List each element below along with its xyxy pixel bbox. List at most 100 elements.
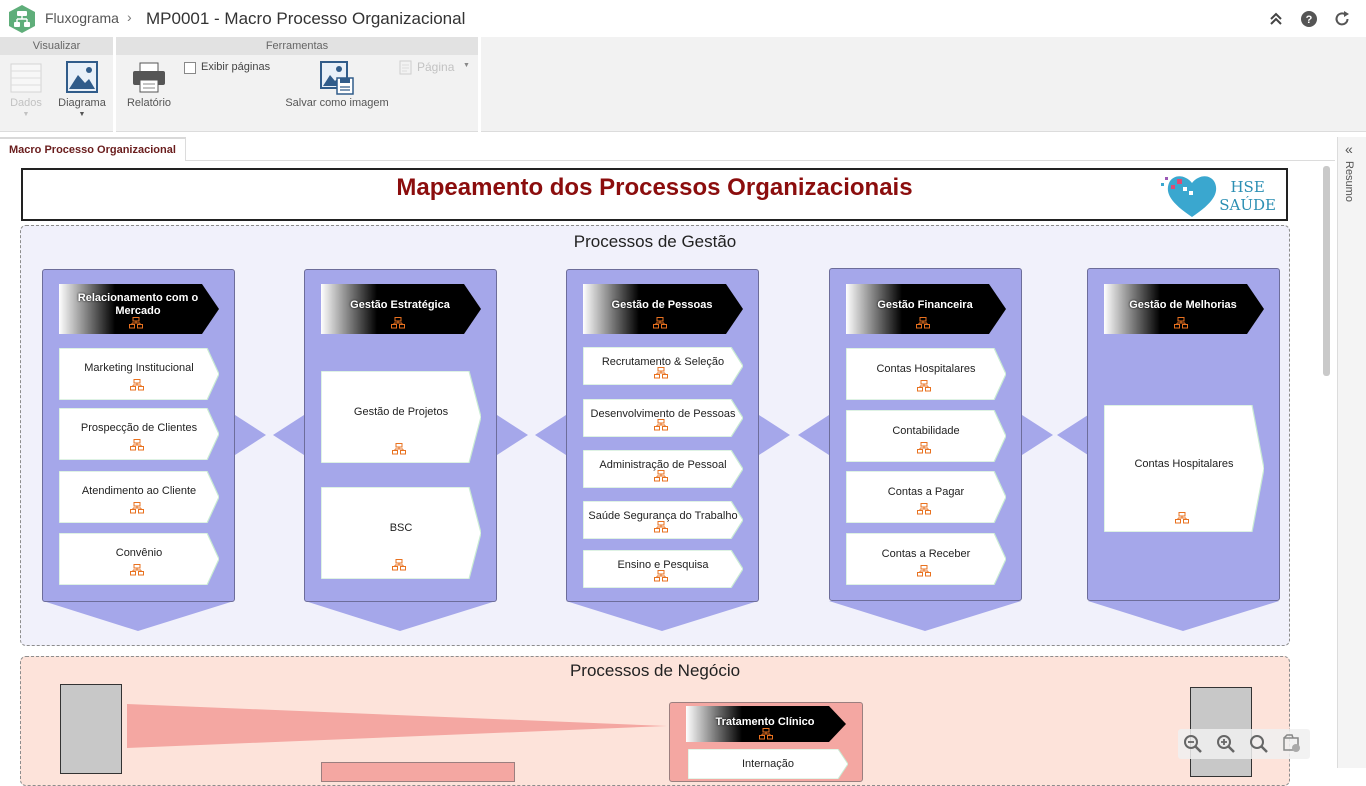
flowchart-app-icon <box>9 5 35 33</box>
diagrama-label: Diagrama <box>58 97 106 109</box>
card-label: Contas Hospitalares <box>1134 458 1234 470</box>
lane-title: Processos de Gestão <box>573 232 737 251</box>
ribbon-group-label: Visualizar <box>0 37 113 55</box>
process-card[interactable]: Gestão de Projetos <box>321 371 481 463</box>
process-card[interactable]: Ensino e Pesquisa <box>583 550 743 588</box>
process-card[interactable]: Administração de Pessoal <box>583 450 743 488</box>
dados-label: Dados <box>10 97 42 109</box>
process-card[interactable]: Contas Hospitalares <box>1104 405 1264 532</box>
card-shape <box>59 471 219 523</box>
header-label: Gestão de Melhorias <box>1129 299 1237 311</box>
process-link-icon[interactable] <box>392 559 406 571</box>
double-chevron-left-icon[interactable]: « <box>1345 141 1353 157</box>
vertical-scrollbar[interactable] <box>1323 166 1330 376</box>
process-card[interactable]: Contabilidade <box>846 410 1006 462</box>
process-card[interactable]: Recrutamento & Seleção <box>583 347 743 385</box>
process-link-icon[interactable] <box>130 502 144 514</box>
process-link-icon[interactable] <box>1175 512 1189 524</box>
process-link-icon[interactable] <box>654 470 668 482</box>
process-card[interactable]: Atendimento ao Cliente <box>59 471 219 523</box>
process-link-icon[interactable] <box>653 317 667 329</box>
header-label: Gestão Financeira <box>877 299 973 311</box>
process-card[interactable]: Contas Hospitalares <box>846 348 1006 400</box>
relatorio-button[interactable]: Relatório <box>120 59 178 129</box>
tab-macro-processo[interactable]: Macro Processo Organizacional <box>0 137 186 161</box>
process-link-icon[interactable] <box>916 317 930 329</box>
zoom-out-icon[interactable] <box>1183 734 1203 754</box>
process-link-icon[interactable] <box>917 503 931 515</box>
card-shape <box>59 533 219 585</box>
chevron-down-icon: ▼ <box>22 111 30 118</box>
process-block-left[interactable] <box>60 684 122 774</box>
page-title: MP0001 - Macro Processo Organizacional <box>146 9 466 28</box>
document-tab-bar: Macro Processo Organizacional <box>0 137 1335 161</box>
process-card[interactable]: Prospecção de Clientes <box>59 408 219 460</box>
process-block-partial[interactable] <box>321 762 515 782</box>
zoom-toolbar <box>1178 729 1310 759</box>
zoom-in-icon[interactable] <box>1216 734 1236 754</box>
help-icon[interactable]: ? <box>1300 10 1318 28</box>
process-link-icon[interactable] <box>129 317 143 329</box>
exibir-paginas-checkbox[interactable]: Exibir páginas <box>184 61 284 77</box>
checkbox-box[interactable] <box>184 62 196 74</box>
header-label: Relacionamento com o Mercado <box>77 292 199 317</box>
card-label: Contas a Pagar <box>887 486 965 498</box>
card-shape <box>59 408 219 460</box>
top-bar: Fluxograma › MP0001 - Macro Processo Org… <box>0 0 1366 37</box>
process-card[interactable]: Contas a Pagar <box>846 471 1006 523</box>
process-link-icon[interactable] <box>759 728 773 740</box>
salvar-imagem-button[interactable]: Salvar como imagem <box>281 59 393 129</box>
process-link-icon[interactable] <box>654 367 668 379</box>
card-label: Contabilidade <box>892 425 960 437</box>
process-link-icon[interactable] <box>392 443 406 455</box>
chevron-down-icon: ▼ <box>463 62 470 69</box>
header-label: Gestão Estratégica <box>350 299 450 311</box>
card-label: Prospecção de Clientes <box>80 422 198 434</box>
card-shape <box>59 348 219 400</box>
resumo-side-panel: « Resumo <box>1337 137 1366 768</box>
diagram-title: Mapeamento dos Processos Organizacionais <box>396 174 913 201</box>
pagina-dropdown[interactable]: Página ▼ <box>398 59 473 77</box>
zoom-settings-icon[interactable] <box>1282 734 1302 754</box>
double-chevron-up-icon[interactable] <box>1267 10 1285 28</box>
process-link-icon[interactable] <box>130 564 144 576</box>
refresh-icon[interactable] <box>1333 10 1351 28</box>
page-icon <box>399 60 412 75</box>
ribbon-toolbar: Visualizar Dados ▼ Diagrama ▼ Ferramenta… <box>0 37 1366 132</box>
process-link-icon[interactable] <box>654 570 668 582</box>
process-card[interactable]: Desenvolvimento de Pessoas <box>583 399 743 437</box>
card-label: Gestão de Projetos <box>353 406 449 418</box>
process-card[interactable]: Contas a Receber <box>846 533 1006 585</box>
card-label: Convênio <box>115 547 163 559</box>
process-link-icon[interactable] <box>391 317 405 329</box>
salvar-imagem-label: Salvar como imagem <box>285 97 389 109</box>
card-label: Contas Hospitalares <box>876 363 976 375</box>
exibir-paginas-label: Exibir páginas <box>201 61 271 73</box>
process-link-icon[interactable] <box>917 565 931 577</box>
breadcrumb-app[interactable]: Fluxograma <box>45 10 119 26</box>
process-link-icon[interactable] <box>917 442 931 454</box>
process-link-icon[interactable] <box>1174 317 1188 329</box>
process-card[interactable]: Marketing Institucional <box>59 348 219 400</box>
card-label: Atendimento ao Cliente <box>81 485 197 497</box>
process-link-icon[interactable] <box>130 379 144 391</box>
ribbon-group-label: Ferramentas <box>116 37 478 55</box>
process-link-icon[interactable] <box>654 521 668 533</box>
save-image-icon <box>320 61 354 95</box>
process-card[interactable]: Convênio <box>59 533 219 585</box>
resumo-toggle[interactable]: Resumo <box>1343 161 1355 202</box>
printer-icon <box>133 62 165 93</box>
process-link-icon[interactable] <box>130 439 144 451</box>
process-link-icon[interactable] <box>917 380 931 392</box>
logo-text: HSE SAÚDE <box>1219 178 1276 214</box>
relatorio-label: Relatório <box>126 97 172 109</box>
process-card[interactable]: BSC <box>321 487 481 579</box>
lane-title: Processos de Negócio <box>569 661 741 680</box>
process-card[interactable]: Saúde Segurança do Trabalho <box>583 501 743 539</box>
zoom-fit-icon[interactable] <box>1249 734 1269 754</box>
process-link-icon[interactable] <box>654 419 668 431</box>
card-label: Marketing Institucional <box>84 362 194 374</box>
dados-button[interactable]: Dados ▼ <box>5 59 47 129</box>
process-card[interactable]: Internação <box>688 749 848 779</box>
diagrama-button[interactable]: Diagrama ▼ <box>55 59 109 129</box>
